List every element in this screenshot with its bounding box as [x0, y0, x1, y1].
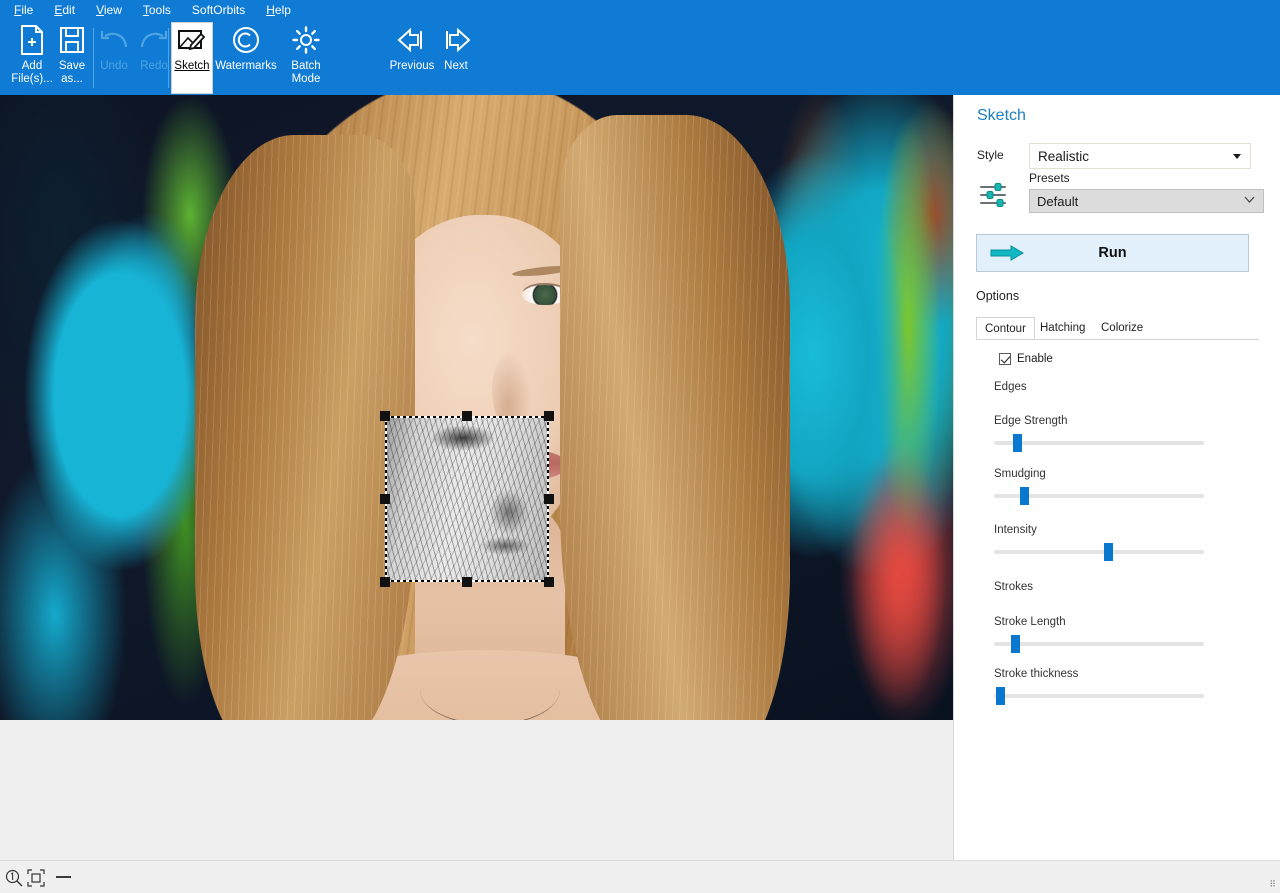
hair-wisps-right: [560, 115, 790, 720]
selection-handle-ne[interactable]: [544, 411, 554, 421]
options-label: Options: [976, 289, 1020, 303]
menu-item-softorbits[interactable]: SoftOrbits: [192, 0, 245, 20]
slider-edge-strength[interactable]: [994, 434, 1204, 452]
enable-checkbox[interactable]: [999, 353, 1011, 365]
application-window: File Edit View Tools SoftOrbits Help Add…: [0, 0, 1280, 893]
previous-arrow-icon: [396, 23, 428, 57]
style-dropdown[interactable]: Realistic: [1029, 143, 1251, 169]
menu-item-help[interactable]: Help: [266, 0, 291, 20]
slider-thumb[interactable]: [1104, 543, 1113, 561]
zoom-actual-size-icon[interactable]: [5, 869, 23, 887]
redo-icon: [138, 23, 170, 57]
sketch-options-panel: Sketch Style Realistic Presets Default R…: [953, 95, 1280, 860]
tab-colorize[interactable]: Colorize: [1093, 317, 1151, 339]
selection-handle-s[interactable]: [462, 577, 472, 587]
toolbar: Add File(s)... Save as... Undo Redo Sket…: [0, 20, 1280, 95]
slider-label-intensity: Intensity: [994, 524, 1037, 536]
menu-item-file[interactable]: File: [14, 0, 33, 20]
selection-handle-e[interactable]: [544, 494, 554, 504]
style-label: Style: [977, 148, 1004, 162]
save-icon: [58, 23, 86, 57]
sketch-button[interactable]: Sketch: [171, 22, 213, 94]
undo-label: Undo: [100, 60, 128, 72]
slider-label-stroke-thickness: Stroke thickness: [994, 668, 1079, 680]
presets-value: Default: [1037, 193, 1079, 209]
settings-sliders-icon: [976, 178, 1010, 212]
menu-item-edit[interactable]: Edit: [54, 0, 75, 20]
slider-thumb[interactable]: [996, 687, 1005, 705]
panel-title: Sketch: [977, 107, 1026, 124]
slider-stroke-thickness[interactable]: [994, 687, 1204, 705]
slider-intensity[interactable]: [994, 543, 1204, 561]
image-canvas-area[interactable]: [0, 95, 953, 860]
next-button[interactable]: Next: [428, 23, 484, 93]
slider-label-stroke-length: Stroke Length: [994, 616, 1066, 628]
menu-item-tools[interactable]: Tools: [143, 0, 171, 20]
style-value: Realistic: [1038, 148, 1090, 164]
slider-track: [994, 550, 1204, 554]
run-label: Run: [1098, 245, 1127, 261]
slider-label-edge-strength: Edge Strength: [994, 415, 1068, 427]
subject-hair-right: [560, 115, 790, 720]
next-arrow-icon: [440, 23, 472, 57]
save-as-label: Save as...: [58, 60, 86, 85]
slider-track: [994, 694, 1204, 698]
slider-track: [994, 642, 1204, 646]
copyright-icon: [231, 23, 261, 57]
presets-label: Presets: [1029, 171, 1070, 185]
slider-stroke-length[interactable]: [994, 635, 1204, 653]
zoom-out-button[interactable]: [56, 876, 71, 878]
selection-handle-n[interactable]: [462, 411, 472, 421]
tab-contour[interactable]: Contour: [976, 317, 1035, 339]
enable-checkbox-row[interactable]: Enable: [999, 353, 1053, 365]
group-label-edges: Edges: [994, 381, 1027, 393]
style-row: Style Realistic: [977, 143, 1262, 169]
subject-necklace: [420, 655, 560, 720]
next-label: Next: [444, 60, 468, 72]
slider-thumb[interactable]: [1020, 487, 1029, 505]
batch-mode-button[interactable]: Batch Mode: [278, 23, 334, 93]
run-button[interactable]: Run: [976, 234, 1249, 272]
selection-handle-sw[interactable]: [380, 577, 390, 587]
selection-handle-se[interactable]: [544, 577, 554, 587]
slider-thumb[interactable]: [1013, 434, 1022, 452]
watermarks-label: Watermarks: [215, 60, 277, 72]
options-tabs: Contour Hatching Colorize: [976, 317, 1259, 340]
subject-hair-left: [195, 135, 415, 720]
menu-item-view[interactable]: View: [96, 0, 122, 20]
slider-track: [994, 441, 1204, 445]
slider-smudging[interactable]: [994, 487, 1204, 505]
sketch-preview-selection[interactable]: [380, 411, 554, 587]
selection-handle-nw[interactable]: [380, 411, 390, 421]
watermarks-button[interactable]: Watermarks: [214, 23, 278, 93]
resize-grip[interactable]: ⠿: [1269, 879, 1276, 890]
selection-marching-ants-border: [385, 416, 549, 582]
add-file-icon: [18, 23, 46, 57]
slider-label-smudging: Smudging: [994, 468, 1046, 480]
run-arrow-icon: [990, 245, 1024, 261]
gear-icon: [291, 23, 321, 57]
enable-label: Enable: [1017, 353, 1053, 365]
chevron-down-icon: [1233, 154, 1241, 159]
tab-hatching[interactable]: Hatching: [1032, 317, 1093, 339]
toolbar-separator-2: [168, 28, 169, 88]
batch-mode-label: Batch Mode: [291, 60, 321, 85]
status-bar: 50% Time (s): 0.0 JPG 1920x1280 ⠿: [0, 860, 1280, 893]
top-chrome: File Edit View Tools SoftOrbits Help Add…: [0, 0, 1280, 95]
menu-bar: File Edit View Tools SoftOrbits Help: [0, 0, 1280, 20]
presets-dropdown[interactable]: Default: [1029, 189, 1264, 213]
chevron-down-icon: [1244, 196, 1255, 203]
slider-thumb[interactable]: [1011, 635, 1020, 653]
group-label-strokes: Strokes: [994, 581, 1033, 593]
selection-handle-w[interactable]: [380, 494, 390, 504]
sketch-icon: [177, 23, 207, 57]
fit-to-screen-icon[interactable]: [27, 869, 45, 887]
sketch-label: Sketch: [174, 60, 210, 72]
hair-wisps-left: [195, 135, 415, 720]
source-photo: [0, 95, 953, 720]
redo-label: Redo: [140, 60, 168, 72]
